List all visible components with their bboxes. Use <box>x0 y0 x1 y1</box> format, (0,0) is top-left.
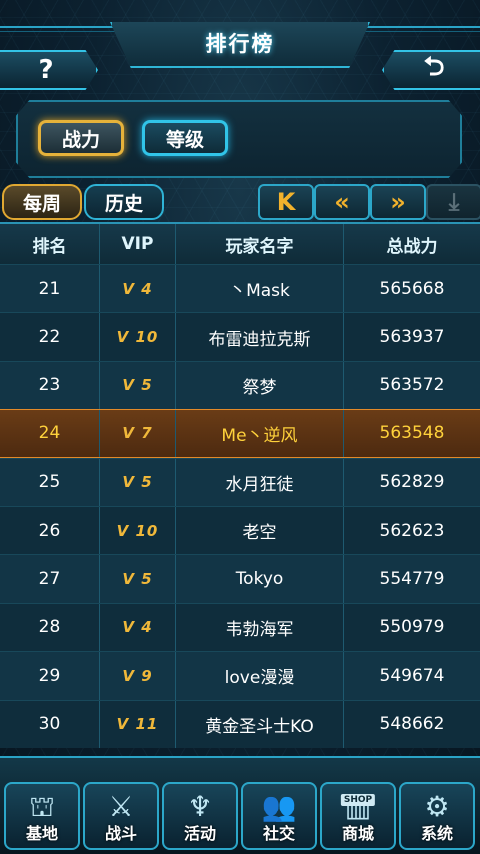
row-total-power: 548662 <box>379 714 445 735</box>
header-power: 总战力 <box>386 236 438 257</box>
shop-tag: SHOP <box>340 794 376 806</box>
row-vip: V 4 <box>100 265 176 313</box>
row-rank: 23 <box>0 361 100 410</box>
header-rank: 排名 <box>0 224 100 264</box>
row-vip: V 9 <box>100 652 176 700</box>
table-row[interactable]: 27 V 5 Tokyo 554779 <box>0 554 480 603</box>
table-row[interactable]: 22 V 10 布雷迪拉克斯 563937 <box>0 312 480 361</box>
row-rank: 25 <box>0 458 100 506</box>
row-rank: 28 <box>0 603 100 652</box>
settings-icon: ⚙ <box>424 790 450 823</box>
table-row[interactable]: 24 V 7 Me丶逆风 563548 <box>0 409 480 458</box>
row-total-power: 563937 <box>379 327 445 348</box>
jump-down-icon: ⤓ <box>448 188 460 216</box>
row-total-power: 563572 <box>379 375 445 396</box>
tab-power[interactable]: 战力 <box>38 120 124 156</box>
row-total-power: 554779 <box>379 569 445 590</box>
row-total-power: 565668 <box>379 278 445 299</box>
table-row[interactable]: 23 V 5 祭梦 563572 <box>0 360 480 410</box>
row-vip: V 10 <box>100 313 176 361</box>
row-rank: 22 <box>0 313 100 361</box>
jump-to-me-button[interactable]: ⤓ <box>426 184 480 220</box>
nav-label: 社交 <box>262 824 295 843</box>
table-row[interactable]: 26 V 10 老空 562623 <box>0 505 480 555</box>
table-row[interactable]: 28 V 4 韦勃海军 550979 <box>0 602 480 652</box>
row-player-name: 丶Mask <box>176 265 344 313</box>
subtab-history[interactable]: 历史 <box>84 184 164 220</box>
nav-item-base[interactable]: ⛫ 基地 <box>4 782 80 850</box>
row-player-name: 韦勃海军 <box>176 603 344 652</box>
nav-item-shop[interactable]: ▥ SHOP 商城 <box>320 782 396 850</box>
row-rank: 26 <box>0 506 100 555</box>
battle-icon: ⚔ <box>108 790 134 823</box>
base-icon: ⛫ <box>29 790 55 823</box>
table-body: 21 V 4 丶Mask 565668 22 V 10 布雷迪拉克斯 563937 23 V 5祭… <box>0 264 480 748</box>
row-player-name: 老空 <box>176 506 344 555</box>
ranking-table: 排名 VIP 玩家名字 总战力 21 V 4 丶Mask 565668 22 V 10 布雷… <box>0 222 480 748</box>
row-player-name: 黄金圣斗士KO <box>176 700 344 748</box>
row-player-name: Tokyo <box>176 555 344 603</box>
row-rank: 27 <box>0 555 100 603</box>
table-row[interactable]: 25 V 5 水月狂徒 562829 <box>0 457 480 506</box>
row-player-name: 水月狂徒 <box>176 458 344 506</box>
help-icon: ? <box>38 55 54 85</box>
header-name: 玩家名字 <box>176 224 344 264</box>
prev-page-icon: « <box>334 188 350 216</box>
row-vip: V 7 <box>100 410 176 457</box>
back-button[interactable]: ⮌ <box>382 50 480 90</box>
row-player-name: 祭梦 <box>176 361 344 410</box>
nav-label: 战斗 <box>104 824 137 843</box>
row-total-power: 562829 <box>379 472 445 493</box>
row-vip: V 4 <box>100 603 176 652</box>
next-page-icon: » <box>390 188 406 216</box>
row-vip: V 11 <box>100 700 176 748</box>
nav-label: 系统 <box>420 824 453 843</box>
nav-item-battle[interactable]: ⚔ 战斗 <box>83 782 159 850</box>
row-rank: 29 <box>0 652 100 700</box>
first-page-icon: K <box>276 188 296 216</box>
row-player-name: love漫漫 <box>176 652 344 700</box>
event-icon: ♆ <box>187 790 213 823</box>
row-rank: 21 <box>0 265 100 313</box>
row-vip: V 5 <box>100 555 176 603</box>
help-button[interactable]: ? <box>0 50 98 90</box>
page-title: 排行榜 <box>205 32 275 56</box>
nav-item-settings[interactable]: ⚙ 系统 <box>399 782 475 850</box>
row-vip: V 5 <box>100 361 176 410</box>
first-page-button[interactable]: K <box>258 184 314 220</box>
nav-item-social[interactable]: 👥 社交 <box>241 782 317 850</box>
row-rank: 30 <box>0 700 100 748</box>
prev-page-button[interactable]: « <box>314 184 370 220</box>
row-player-name: 布雷迪拉克斯 <box>176 313 344 361</box>
row-vip: V 5 <box>100 458 176 506</box>
table-row[interactable]: 30 V 11 黄金圣斗士KO 548662 <box>0 699 480 748</box>
table-row[interactable]: 21 V 4 丶Mask 565668 <box>0 264 480 313</box>
next-page-button[interactable]: » <box>370 184 426 220</box>
row-total-power: 563548 <box>379 423 445 444</box>
row-total-power: 549674 <box>379 665 445 686</box>
header-vip: VIP <box>100 224 176 264</box>
row-rank: 24 <box>0 410 100 457</box>
nav-label: 商城 <box>341 824 374 843</box>
back-icon: ⮌ <box>423 52 445 82</box>
tab-level[interactable]: 等级 <box>142 120 228 156</box>
row-vip: V 10 <box>100 506 176 555</box>
row-total-power: 550979 <box>379 617 445 638</box>
subtab-weekly[interactable]: 每周 <box>2 184 82 220</box>
nav-item-event[interactable]: ♆ 活动 <box>162 782 238 850</box>
row-total-power: 562623 <box>379 520 445 541</box>
nav-label: 活动 <box>183 824 216 843</box>
table-row[interactable]: 29 V 9 love漫漫 549674 <box>0 651 480 700</box>
row-player-name: Me丶逆风 <box>176 410 344 457</box>
social-icon: 👥 <box>261 790 297 823</box>
table-header: 排名 VIP 玩家名字 总战力 <box>0 224 480 264</box>
